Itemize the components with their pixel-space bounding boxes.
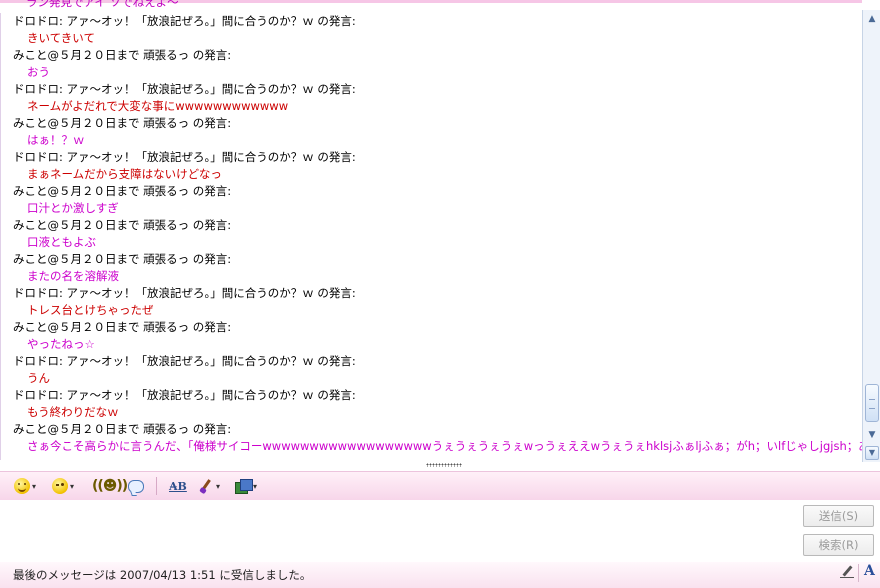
scrollbar-thumb[interactable] xyxy=(865,384,879,422)
sender-line: ドロドロ: アァ〜オッ！「放浪記ぜろ。」間に合うのか？ｗ の発言: xyxy=(13,286,356,300)
voice-clip-button[interactable] xyxy=(128,476,144,496)
message-text: またの名を溶解液 xyxy=(27,269,119,283)
font-button[interactable]: A̶B xyxy=(169,476,187,496)
wink-button[interactable]: ▾ xyxy=(52,476,74,496)
dropdown-arrow-icon: ▾ xyxy=(70,481,75,491)
smiley-icon xyxy=(14,478,30,494)
scroll-down-icon[interactable]: ▼ xyxy=(865,428,879,442)
send-button[interactable]: 送信(S) xyxy=(803,505,874,527)
grip-icon xyxy=(869,399,875,409)
sender-line: ドロドロ: アァ〜オッ！「放浪記ぜろ。」間に合うのか？ｗ の発言: xyxy=(13,388,356,402)
message-text: もう終わりだなｗ xyxy=(27,405,119,419)
message-text: やったねっ☆ xyxy=(27,337,95,351)
sender-line: みこと@５月２０日まで 頑張るっ の発言: xyxy=(13,252,232,266)
sender-line: ドロドロ: アァ〜オッ！「放浪記ぜろ。」間に合うのか？ｗ の発言: xyxy=(13,150,356,164)
search-button[interactable]: 検索(R) xyxy=(803,534,874,556)
message-input[interactable] xyxy=(6,504,800,562)
chat-log[interactable]: ドロドロ: アァ〜オッ！「放浪記ぜろ。」間に合うのか？ｗ の発言: きいてきいてみ… xyxy=(0,13,863,460)
background-color-button[interactable]: ▾ xyxy=(198,476,220,496)
top-strip: ラン発見でアイ ソでねえよ〜 xyxy=(0,0,880,13)
message-text: 口汁とか激しすぎ xyxy=(27,201,119,215)
background-image-icon xyxy=(235,479,253,494)
dropdown-arrow-icon: ▾ xyxy=(32,481,37,491)
message-text: 口液ともよぶ xyxy=(27,235,96,249)
message-text: さぁ今こそ高らかに言うんだ、「俺様サイコーwwwwwwwwwwwwwwwwwwう… xyxy=(27,439,863,453)
sender-line: みこと@５月２０日まで 頑張るっ の発言: xyxy=(13,116,232,130)
partial-top-message: ラン発見でアイ ソでねえよ〜 xyxy=(26,0,179,9)
sender-line: みこと@５月２０日まで 頑張るっ の発言: xyxy=(13,422,232,436)
emoticon-button[interactable]: ▾ xyxy=(14,476,36,496)
dropdown-arrow-icon: ▾ xyxy=(253,481,258,491)
message-text: きいてきいて xyxy=(27,31,95,45)
dropdown-arrow-icon: ▾ xyxy=(216,481,221,491)
sender-line: みこと@５月２０日まで 頑張るっ の発言: xyxy=(13,48,232,62)
message-text: トレス台とけちゃったぜ xyxy=(27,303,154,317)
text-mode-icon[interactable]: A xyxy=(864,563,875,579)
font-icon: A̶B xyxy=(169,479,187,493)
splitter-handle[interactable] xyxy=(0,462,880,471)
splitter-grip-icon xyxy=(426,463,462,467)
format-toolbar: ▾ ▾ ((☻)) A̶B ▾ ▾ xyxy=(0,471,880,501)
sender-line: みこと@５月２０日まで 頑張るっ の発言: xyxy=(13,320,232,334)
paint-brush-icon xyxy=(198,478,214,494)
message-text: まぁネームだから支障はないけどなっ xyxy=(27,167,222,181)
speech-bubble-icon xyxy=(128,479,144,493)
sender-line: ドロドロ: アァ〜オッ！「放浪記ぜろ。」間に合うのか？ｗ の発言: xyxy=(13,14,356,28)
handwriting-icon[interactable] xyxy=(840,565,854,579)
sender-line: ドロドロ: アァ〜オッ！「放浪記ぜろ。」間に合うのか？ｗ の発言: xyxy=(13,82,356,96)
nudge-button[interactable]: ((☻)) xyxy=(92,476,128,496)
toolbar-separator xyxy=(156,477,157,495)
vertical-scrollbar[interactable]: ▲ ▼ ▼ xyxy=(862,10,880,462)
wink-icon xyxy=(52,478,68,494)
sender-line: みこと@５月２０日まで 頑張るっ の発言: xyxy=(13,218,232,232)
message-text: うん xyxy=(27,371,50,385)
scroll-up-icon[interactable]: ▲ xyxy=(865,12,879,26)
scroll-end-icon[interactable]: ▼ xyxy=(865,446,879,460)
message-text: おう xyxy=(27,65,50,79)
status-divider xyxy=(858,564,859,582)
sender-line: みこと@５月２０日まで 頑張るっ の発言: xyxy=(13,184,232,198)
status-bar: 最後のメッセージは 2007/04/13 1:51 に受信しました。 xyxy=(0,562,880,588)
last-message-status: 最後のメッセージは 2007/04/13 1:51 に受信しました。 xyxy=(13,568,312,582)
nudge-icon: ((☻)) xyxy=(92,478,128,494)
message-input-area: 送信(S) 検索(R) xyxy=(0,500,880,563)
message-text: はぁ！？ｗ xyxy=(27,133,85,147)
sender-line: ドロドロ: アァ〜オッ！「放浪記ぜろ。」間に合うのか？ｗ の発言: xyxy=(13,354,356,368)
background-image-button[interactable]: ▾ xyxy=(235,476,257,496)
message-text: ネームがよだれで大変な事にwwwwwwwwwwww xyxy=(27,99,289,113)
